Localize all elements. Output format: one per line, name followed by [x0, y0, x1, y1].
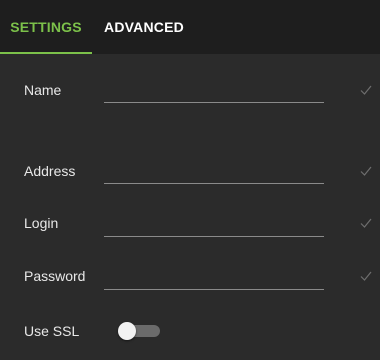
- tab-settings[interactable]: SETTINGS: [0, 0, 92, 54]
- check-icon: [360, 271, 372, 281]
- use-ssl-toggle[interactable]: [118, 322, 160, 340]
- password-label: Password: [24, 268, 86, 284]
- address-field[interactable]: [104, 158, 324, 182]
- name-underline: [104, 102, 324, 103]
- tab-bar: SETTINGS ADVANCED: [0, 0, 380, 54]
- login-field[interactable]: [104, 210, 324, 234]
- toggle-thumb: [118, 322, 136, 340]
- address-label: Address: [24, 163, 76, 179]
- login-underline: [104, 236, 324, 237]
- password-underline: [104, 289, 324, 290]
- name-field[interactable]: [104, 77, 324, 101]
- tab-advanced[interactable]: ADVANCED: [92, 0, 196, 54]
- login-label: Login: [24, 215, 59, 231]
- name-label: Name: [24, 82, 62, 98]
- check-icon: [360, 166, 372, 176]
- address-underline: [104, 183, 324, 184]
- check-icon: [360, 218, 372, 228]
- password-field[interactable]: [104, 263, 324, 287]
- check-icon: [360, 85, 372, 95]
- use-ssl-label: Use SSL: [24, 323, 80, 339]
